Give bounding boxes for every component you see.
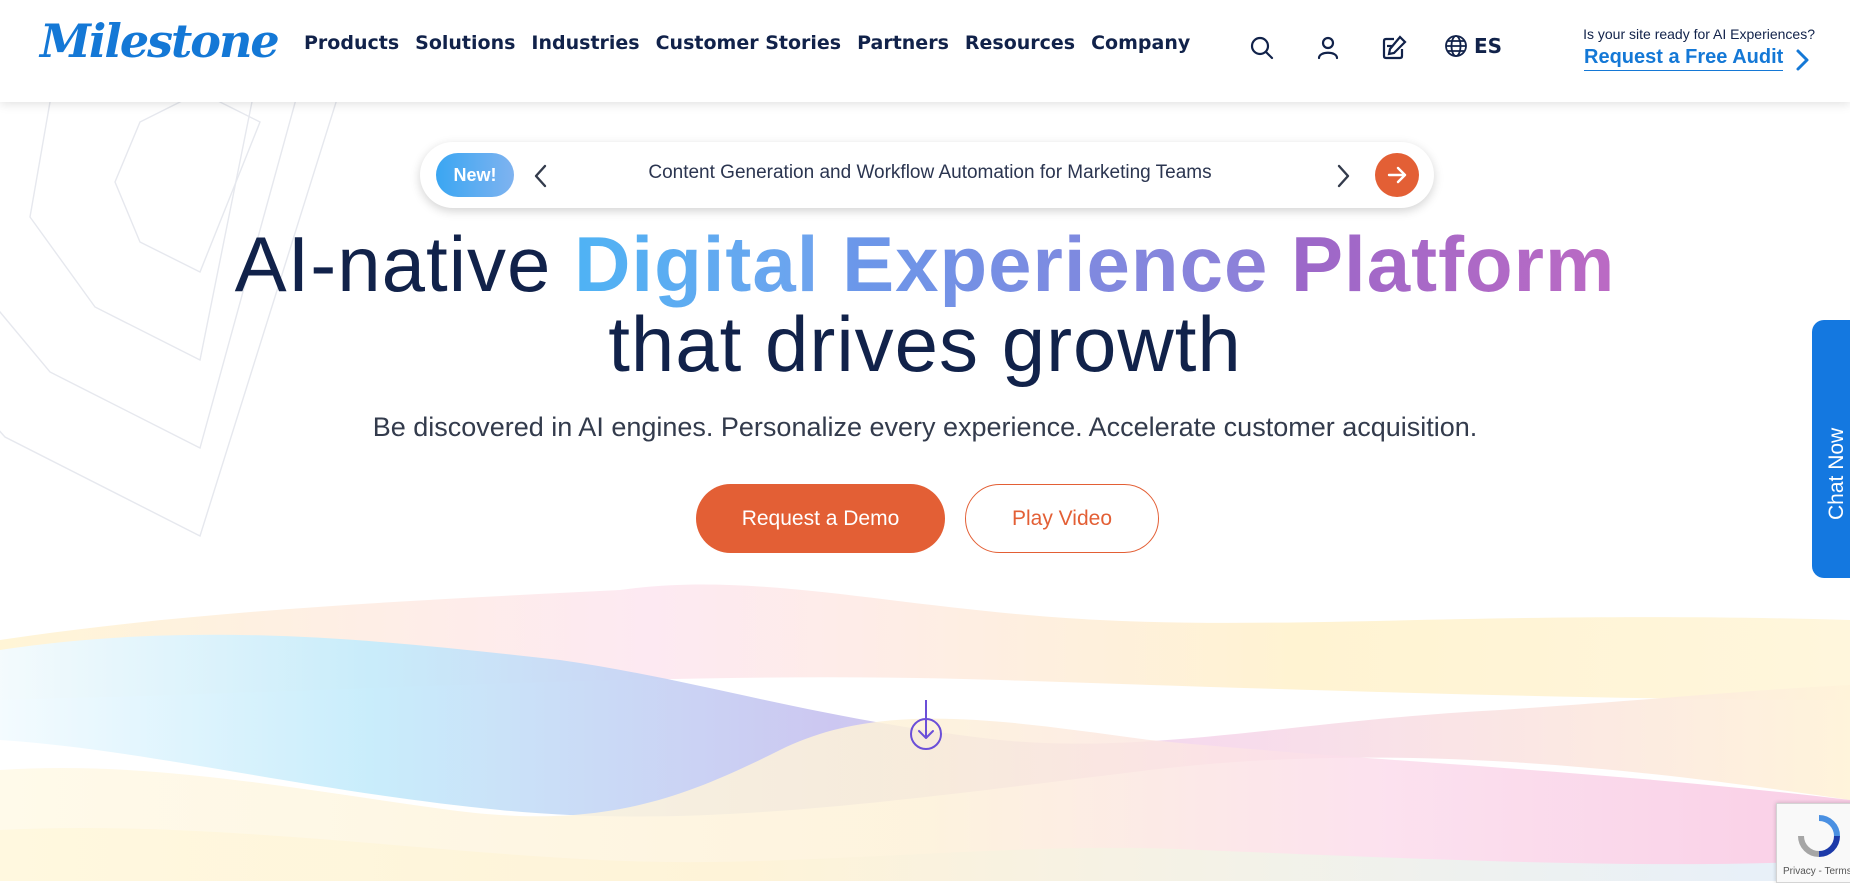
hero-title-digital: Digital <box>574 220 820 308</box>
main-nav: Products Solutions Industries Customer S… <box>304 32 1206 54</box>
hero-title-prefix: AI-native <box>234 220 575 308</box>
request-demo-button[interactable]: Request a Demo <box>696 484 945 553</box>
nav-item-company[interactable]: Company <box>1091 32 1190 54</box>
announcement-text[interactable]: Content Generation and Workflow Automati… <box>570 162 1290 184</box>
nav-item-partners[interactable]: Partners <box>857 32 949 54</box>
new-badge: New! <box>436 153 514 197</box>
nav-item-customer-stories[interactable]: Customer Stories <box>656 32 841 54</box>
edit-icon[interactable] <box>1380 34 1408 62</box>
nav-item-solutions[interactable]: Solutions <box>415 32 515 54</box>
site-header: Milestone Products Solutions Industries … <box>0 0 1850 102</box>
chat-now-tab[interactable]: Chat Now <box>1812 320 1850 578</box>
chevron-right-icon[interactable] <box>1332 162 1354 190</box>
arrow-right-icon <box>1387 166 1407 184</box>
nav-item-industries[interactable]: Industries <box>531 32 639 54</box>
language-label: ES <box>1474 34 1503 58</box>
audit-question: Is your site ready for AI Experiences? <box>1583 26 1815 42</box>
chevron-right-icon[interactable] <box>1792 48 1812 72</box>
globe-icon <box>1445 35 1467 57</box>
nav-item-products[interactable]: Products <box>304 32 399 54</box>
announcement-go-button[interactable] <box>1375 153 1419 197</box>
recaptcha-links[interactable]: Privacy - Terms <box>1783 866 1850 877</box>
hero-title: AI-native Digital Experience Platform th… <box>0 224 1850 384</box>
user-icon[interactable] <box>1314 34 1342 62</box>
chat-now-label: Chat Now <box>1825 427 1848 520</box>
search-icon[interactable] <box>1248 34 1276 62</box>
announcement-bar: New! Content Generation and Workflow Aut… <box>420 142 1434 208</box>
milestone-logo[interactable]: Milestone <box>40 14 280 68</box>
chevron-left-icon[interactable] <box>530 162 552 190</box>
play-video-button[interactable]: Play Video <box>965 484 1159 553</box>
nav-item-resources[interactable]: Resources <box>965 32 1075 54</box>
hero-title-experience: Experience <box>842 220 1269 308</box>
hero-title-line2: that drives growth <box>608 300 1242 388</box>
request-audit-link[interactable]: Request a Free Audit <box>1584 46 1784 71</box>
recaptcha-icon <box>1798 815 1840 857</box>
hero-subtitle: Be discovered in AI engines. Personalize… <box>372 412 1478 442</box>
language-selector[interactable]: ES <box>1444 34 1502 58</box>
hero-title-platform: Platform <box>1291 220 1616 308</box>
recaptcha-badge[interactable]: Privacy - Terms <box>1776 803 1850 883</box>
scroll-down-icon[interactable] <box>908 698 944 754</box>
